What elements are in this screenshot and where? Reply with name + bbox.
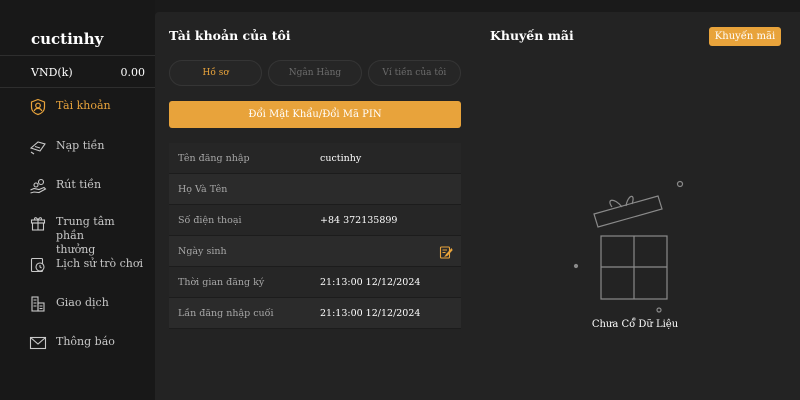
mail-icon <box>28 333 48 353</box>
change-password-button[interactable]: Đổi Mật Khẩu/Đổi Mã PIN <box>169 101 461 128</box>
tab-bank[interactable]: Ngân Hàng <box>268 60 362 86</box>
table-row: Tên đăng nhập cuctinhy <box>169 143 461 174</box>
account-tabs: Hồ sơ Ngân Hàng Ví tiền của tôi <box>169 60 461 86</box>
sidebar-item-rewards[interactable]: Trung tâm phần thưởng <box>28 213 126 257</box>
row-label: Lần đăng nhập cuối <box>178 307 274 319</box>
table-row: Ngày sinh <box>169 236 461 267</box>
sidebar-item-label: Nạp tiền <box>56 139 105 152</box>
main-panel: Tài khoản của tôi Hồ sơ Ngân Hàng Ví tiề… <box>155 12 800 400</box>
username: cuctinhy <box>31 30 104 48</box>
sidebar-item-transactions[interactable]: Giao dịch <box>28 294 109 314</box>
row-label: Thời gian đăng ký <box>178 276 265 288</box>
balance-value: 0.00 <box>120 66 146 79</box>
empty-state-text: Chưa Có Dữ Liệu <box>591 319 679 330</box>
page-title: Tài khoản của tôi <box>169 28 291 43</box>
divider <box>0 87 155 88</box>
promotions-title: Khuyến mãi <box>490 28 574 43</box>
user-shield-icon <box>28 97 48 117</box>
tab-profile[interactable]: Hồ sơ <box>169 60 263 86</box>
deposit-icon <box>28 137 48 157</box>
row-label: Ngày sinh <box>178 245 227 257</box>
sidebar-item-label: Giao dịch <box>56 296 109 309</box>
sidebar-item-game-history[interactable]: Lịch sử trò chơi <box>28 255 143 275</box>
sidebar-item-label: Rút tiền <box>56 178 102 191</box>
row-value: +84 372135899 <box>320 214 398 226</box>
divider <box>0 55 155 56</box>
row-label: Số điện thoại <box>178 214 242 226</box>
table-row: Thời gian đăng ký 21:13:00 12/12/2024 <box>169 267 461 298</box>
sidebar-item-deposit[interactable]: Nạp tiền <box>28 137 105 157</box>
sidebar-item-label: Trung tâm phần thưởng <box>56 215 115 256</box>
empty-gift-icon <box>570 177 685 322</box>
transactions-icon <box>28 294 48 314</box>
sidebar-item-label: Lịch sử trò chơi <box>56 257 143 270</box>
promotions-button[interactable]: Khuyến mãi <box>709 27 781 46</box>
sidebar-item-label: Thông báo <box>56 335 115 348</box>
currency-label: VND(k) <box>31 66 73 79</box>
sidebar-item-withdraw[interactable]: Rút tiền <box>28 176 101 196</box>
table-row: Họ Và Tên <box>169 174 461 205</box>
row-label: Họ Và Tên <box>178 183 228 195</box>
sidebar-item-notifications[interactable]: Thông báo <box>28 333 115 353</box>
tab-wallet[interactable]: Ví tiền của tôi <box>367 60 461 86</box>
history-icon <box>28 255 48 275</box>
row-value: 21:13:00 12/12/2024 <box>320 307 421 319</box>
table-row: Lần đăng nhập cuối 21:13:00 12/12/2024 <box>169 298 461 329</box>
row-label: Tên đăng nhập <box>178 152 250 164</box>
sidebar: cuctinhy VND(k) 0.00 Tài khoản Nạp tiền <box>0 0 155 400</box>
gift-icon <box>28 213 48 233</box>
row-value: 21:13:00 12/12/2024 <box>320 276 421 288</box>
sidebar-item-label: Tài khoản <box>56 99 111 112</box>
sidebar-item-account[interactable]: Tài khoản <box>28 97 111 117</box>
table-row: Số điện thoại +84 372135899 <box>169 205 461 236</box>
withdraw-icon <box>28 176 48 196</box>
profile-info-table: Tên đăng nhập cuctinhy Họ Và Tên Số điện… <box>169 143 461 329</box>
edit-icon[interactable] <box>439 244 453 259</box>
row-value: cuctinhy <box>320 152 362 164</box>
